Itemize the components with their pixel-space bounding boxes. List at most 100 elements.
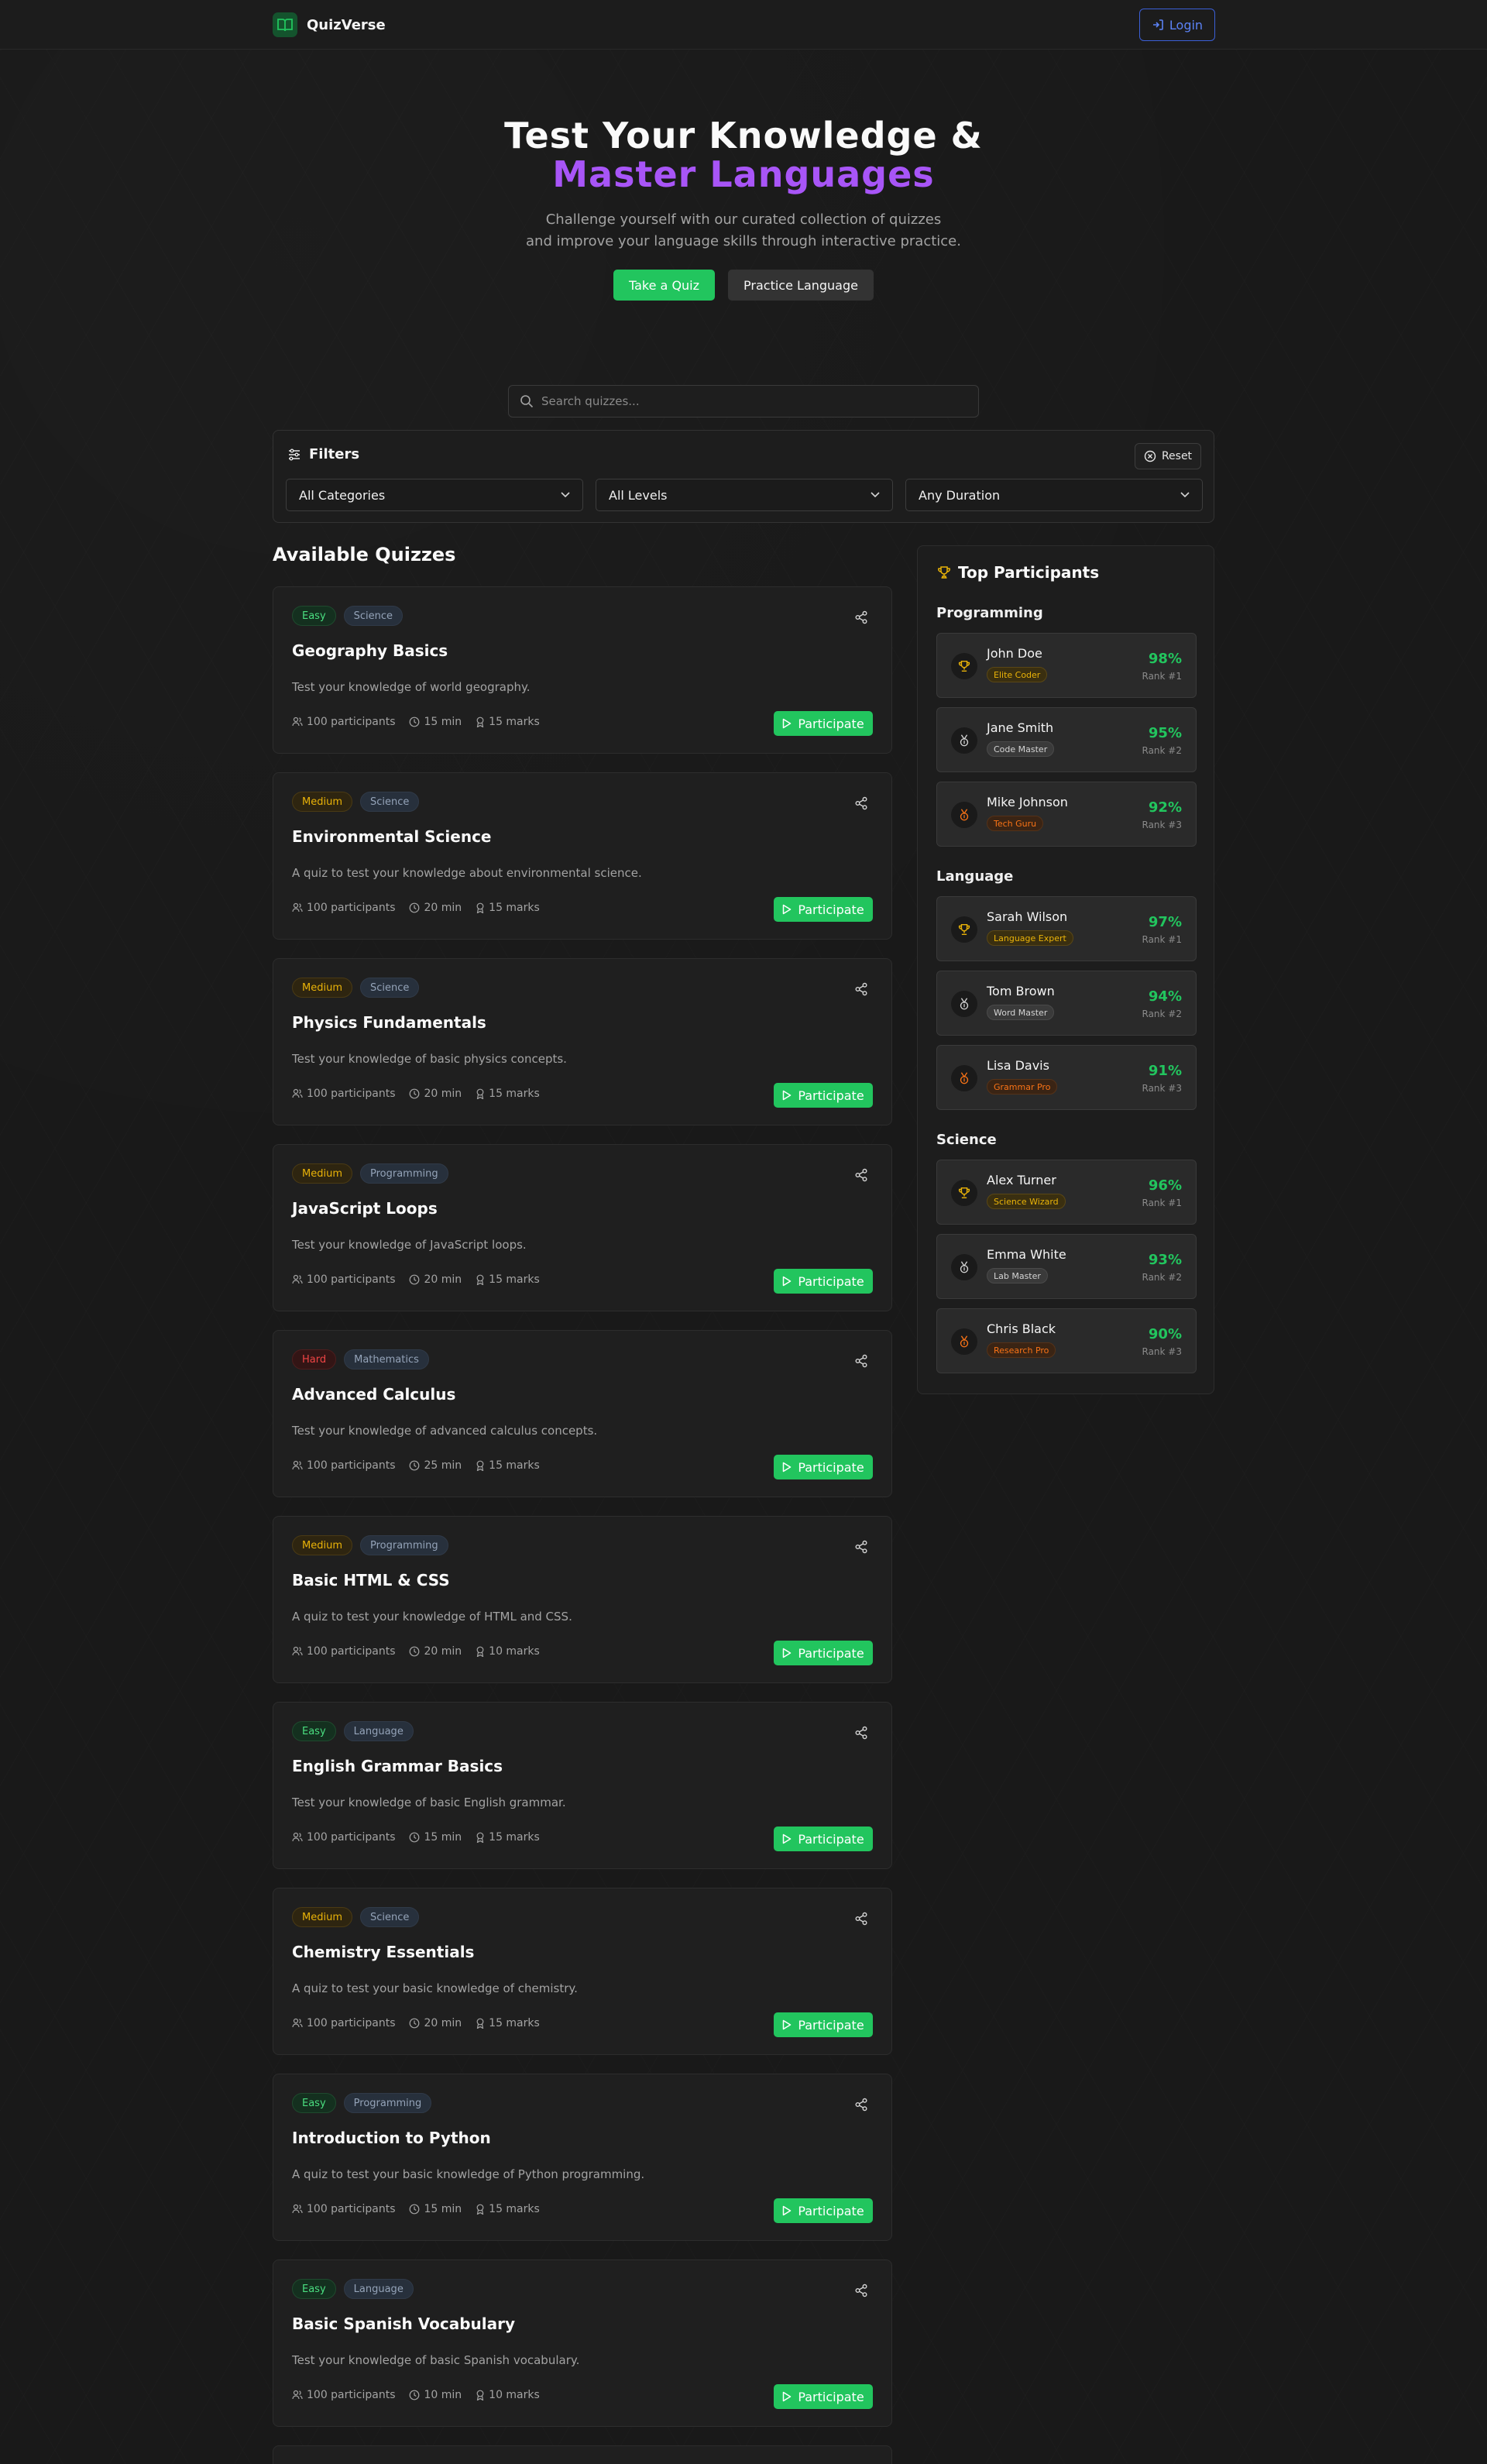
participants-count: 100 participants: [307, 2017, 396, 2029]
participate-button[interactable]: Participate: [774, 1269, 873, 1294]
participant-card[interactable]: Alex Turner Science Wizard 96% Rank #1: [936, 1160, 1197, 1225]
users-icon: [292, 2018, 303, 2028]
marks-meta: 10 marks: [476, 1645, 540, 1658]
medal-icon: [960, 998, 969, 1010]
participate-button[interactable]: Participate: [774, 2384, 873, 2409]
hero-title-line1: Test Your Knowledge &: [504, 115, 983, 156]
share-button[interactable]: [854, 610, 868, 627]
duration-meta: 25 min: [409, 1459, 462, 1472]
share-button[interactable]: [854, 1912, 868, 1929]
filters-panel: Filters Reset All Categories All Levels …: [273, 430, 1214, 523]
award-icon: [476, 2390, 484, 2400]
marks-meta: 15 marks: [476, 2017, 540, 2029]
chevron-down-icon: [1180, 492, 1190, 498]
share-button[interactable]: [854, 1354, 868, 1371]
quiz-description: Test your knowledge of world geography.: [292, 680, 531, 694]
participant-card[interactable]: John Doe Elite Coder 98% Rank #1: [936, 633, 1197, 698]
share-button[interactable]: [854, 796, 868, 813]
practice-language-button[interactable]: Practice Language: [728, 270, 874, 301]
users-icon: [292, 2204, 303, 2214]
participants-count: 100 participants: [307, 1273, 396, 1286]
search-input[interactable]: [541, 394, 960, 408]
participants-meta: 100 participants: [292, 2203, 395, 2215]
participant-score: 98%: [1148, 651, 1182, 667]
participate-button[interactable]: Participate: [774, 2012, 873, 2037]
login-button[interactable]: Login: [1139, 9, 1215, 41]
marks-meta: 10 marks: [476, 2389, 540, 2401]
participant-name: John Doe: [987, 646, 1042, 661]
participant-score: 90%: [1148, 1326, 1182, 1342]
participant-card[interactable]: Mike Johnson Tech Guru 92% Rank #3: [936, 782, 1197, 847]
quiz-card: Medium Programming JavaScript Loops Test yo…: [273, 1144, 892, 1311]
marks-meta: 15 marks: [476, 1459, 540, 1472]
participate-button[interactable]: Participate: [774, 1455, 873, 1479]
participant-name: Tom Brown: [987, 984, 1055, 998]
logo[interactable]: QuizVerse: [273, 12, 386, 37]
participant-rank: Rank #3: [1142, 820, 1183, 830]
reset-label: Reset: [1161, 450, 1193, 462]
participate-button[interactable]: Participate: [774, 1827, 873, 1851]
participant-score: 96%: [1148, 1177, 1182, 1194]
top-participants-panel: Top Participants Programming John Doe Elit…: [917, 545, 1214, 1394]
participate-button[interactable]: Participate: [774, 1641, 873, 1665]
difficulty-badge: Easy: [292, 2279, 336, 2299]
participate-button[interactable]: Participate: [774, 1083, 873, 1108]
participant-rank: Rank #3: [1142, 1083, 1183, 1094]
award-icon: [476, 717, 484, 727]
participant-score: 95%: [1148, 725, 1182, 741]
participant-badge: Research Pro: [987, 1342, 1056, 1358]
participant-card[interactable]: Emma White Lab Master 93% Rank #2: [936, 1234, 1197, 1299]
take-quiz-button[interactable]: Take a Quiz: [613, 270, 716, 301]
participant-name: Alex Turner: [987, 1173, 1056, 1187]
participant-badge: Lab Master: [987, 1268, 1048, 1284]
participate-label: Participate: [798, 2017, 864, 2033]
hero-title-line2: Master Languages: [552, 153, 935, 195]
difficulty-badge: Easy: [292, 1721, 336, 1741]
share-button[interactable]: [854, 1168, 868, 1185]
clock-icon: [410, 902, 420, 913]
award-icon: [476, 1274, 484, 1285]
category-badge: Language: [343, 1721, 414, 1741]
users-icon: [292, 2390, 303, 2400]
marks-value: 15 marks: [489, 902, 540, 914]
participant-card[interactable]: Sarah Wilson Language Expert 97% Rank #1: [936, 896, 1197, 961]
participate-label: Participate: [798, 1831, 864, 1847]
participant-score: 92%: [1148, 799, 1182, 816]
participant-card[interactable]: Chris Black Research Pro 90% Rank #3: [936, 1308, 1197, 1373]
quiz-card: Hard Mathematics Advanced Calculus Test you…: [273, 1330, 892, 1497]
duration-value: 15 min: [424, 2203, 462, 2215]
share-button[interactable]: [854, 2098, 868, 2115]
share-button[interactable]: [854, 1726, 868, 1743]
participants-meta: 100 participants: [292, 716, 395, 728]
participant-card[interactable]: Tom Brown Word Master 94% Rank #2: [936, 971, 1197, 1036]
quiz-description: Test your knowledge of basic physics con…: [292, 1052, 567, 1066]
participate-button[interactable]: Participate: [774, 2198, 873, 2223]
level-select[interactable]: All Levels: [596, 479, 893, 511]
participant-card[interactable]: Jane Smith Code Master 95% Rank #2: [936, 707, 1197, 772]
duration-meta: 20 min: [409, 1088, 462, 1100]
share-button[interactable]: [854, 1540, 868, 1557]
share-button[interactable]: [854, 2284, 868, 2301]
participate-label: Participate: [798, 1273, 864, 1289]
participant-card[interactable]: Lisa Davis Grammar Pro 91% Rank #3: [936, 1045, 1197, 1110]
award-icon: [476, 1088, 484, 1099]
category-select[interactable]: All Categories: [286, 479, 583, 511]
play-icon: [783, 718, 792, 729]
reset-button[interactable]: Reset: [1135, 443, 1201, 469]
difficulty-badge: Medium: [292, 1535, 352, 1555]
clock-icon: [410, 1088, 420, 1099]
marks-value: 15 marks: [489, 1273, 540, 1286]
chevron-down-icon: [871, 492, 880, 498]
participants-count: 100 participants: [307, 2389, 396, 2401]
category-badge: Science: [359, 1907, 420, 1927]
participate-button[interactable]: Participate: [774, 711, 873, 736]
duration-meta: 15 min: [409, 716, 462, 728]
duration-value: 15 min: [424, 716, 462, 728]
share-button[interactable]: [854, 982, 868, 999]
participants-count: 100 participants: [307, 902, 396, 914]
duration-meta: 20 min: [409, 1273, 462, 1286]
users-icon: [292, 1460, 303, 1470]
difficulty-badge: Easy: [292, 606, 336, 626]
participate-button[interactable]: Participate: [774, 897, 873, 922]
duration-select[interactable]: Any Duration: [905, 479, 1203, 511]
